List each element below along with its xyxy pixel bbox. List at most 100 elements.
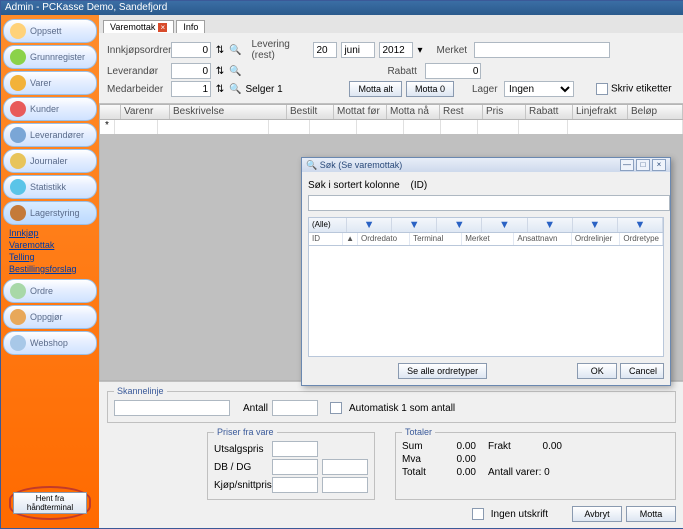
- merket-label: Merket: [436, 45, 470, 56]
- medarbeider-input[interactable]: [171, 81, 211, 97]
- minimize-icon[interactable]: —: [620, 159, 634, 171]
- sub-innkjop[interactable]: Innkjøp: [9, 227, 97, 239]
- search-hint: (ID): [411, 180, 428, 191]
- col-beskrivelse[interactable]: Beskrivelse: [170, 105, 287, 119]
- maximize-icon[interactable]: □: [636, 159, 650, 171]
- spinner-icon[interactable]: ⇅: [215, 66, 225, 77]
- sidebar-item-leverandorer[interactable]: Leverandører: [3, 123, 97, 147]
- spinner-icon[interactable]: ⇅: [215, 84, 225, 95]
- col-belop[interactable]: Beløp: [628, 105, 683, 119]
- mva-label: Mva: [402, 454, 432, 465]
- avbryt-button[interactable]: Avbryt: [572, 506, 622, 522]
- col-varenr[interactable]: Varenr: [121, 105, 170, 119]
- sub-varemottak[interactable]: Varemottak: [9, 239, 97, 251]
- mcol-terminal[interactable]: Terminal: [410, 233, 462, 245]
- grid-new-row[interactable]: *: [100, 120, 683, 134]
- filter-icon[interactable]: ▼: [618, 218, 663, 232]
- auto-checkbox[interactable]: [330, 402, 342, 414]
- leverandor-label: Leverandør: [107, 66, 167, 77]
- lev-day-input[interactable]: [313, 42, 337, 58]
- scan-input[interactable]: [114, 400, 230, 416]
- col-rabatt[interactable]: Rabatt: [526, 105, 573, 119]
- col-star[interactable]: [100, 105, 121, 119]
- col-pris[interactable]: Pris: [483, 105, 526, 119]
- se-alle-ordretyper-button[interactable]: Se alle ordretyper: [398, 363, 487, 379]
- mcol-merket[interactable]: Merket: [462, 233, 514, 245]
- db-input[interactable]: [272, 459, 318, 475]
- close-icon[interactable]: ×: [652, 159, 666, 171]
- motta-0-button[interactable]: Motta 0: [406, 81, 454, 97]
- mcol-ansatt[interactable]: Ansattnavn: [514, 233, 572, 245]
- merket-input[interactable]: [474, 42, 610, 58]
- sidebar-item-oppgjor[interactable]: Oppgjør: [3, 305, 97, 329]
- snitt-input[interactable]: [322, 477, 368, 493]
- mcol-ordretype[interactable]: Ordretype: [620, 233, 663, 245]
- window-titlebar: Admin - PCKasse Demo, Sandefjord: [1, 1, 683, 15]
- tab-info[interactable]: Info: [176, 20, 205, 33]
- chevron-down-icon[interactable]: ▾: [417, 45, 422, 56]
- ingen-utskrift-checkbox[interactable]: [472, 508, 484, 520]
- search-input[interactable]: [308, 195, 670, 211]
- filter-icon[interactable]: ▼: [392, 218, 437, 232]
- search-label: Søk i sortert kolonne: [308, 180, 400, 191]
- sidebar-item-lagerstyring[interactable]: Lagerstyring: [3, 201, 97, 225]
- sidebar-item-statistikk[interactable]: Statistikk: [3, 175, 97, 199]
- antall-input[interactable]: [272, 400, 318, 416]
- sidebar-label: Statistikk: [30, 182, 66, 192]
- lager-select[interactable]: Ingen: [504, 81, 574, 97]
- ok-button[interactable]: OK: [577, 363, 617, 379]
- col-linjefrakt[interactable]: Linjefrakt: [573, 105, 628, 119]
- lev-month-input[interactable]: [341, 42, 375, 58]
- dg-input[interactable]: [322, 459, 368, 475]
- skriv-etiketter-checkbox[interactable]: [596, 83, 608, 95]
- search-icon[interactable]: 🔍: [229, 66, 241, 77]
- filter-icon[interactable]: ▼: [528, 218, 573, 232]
- sub-telling[interactable]: Telling: [9, 251, 97, 263]
- motta-button[interactable]: Motta: [626, 506, 676, 522]
- innkjopsordrenr-input[interactable]: [171, 42, 211, 58]
- innkjopsordrenr-label: Innkjøpsordrenr: [107, 45, 167, 56]
- mcol-ordredato[interactable]: Ordredato: [358, 233, 410, 245]
- lev-year-input[interactable]: [379, 42, 413, 58]
- tab-varemottak[interactable]: Varemottak×: [103, 20, 174, 33]
- motta-alt-button[interactable]: Motta alt: [349, 81, 402, 97]
- sidebar-item-journaler[interactable]: Journaler: [3, 149, 97, 173]
- spinner-icon[interactable]: ⇅: [215, 45, 225, 56]
- col-mottana[interactable]: Motta nå: [387, 105, 440, 119]
- sidebar-item-ordre[interactable]: Ordre: [3, 279, 97, 303]
- col-rest[interactable]: Rest: [440, 105, 483, 119]
- cancel-button[interactable]: Cancel: [620, 363, 664, 379]
- search-icon[interactable]: 🔍: [229, 45, 241, 56]
- modal-list[interactable]: [308, 246, 664, 357]
- sidebar: Oppsett Grunnregister Varer Kunder Lever…: [1, 15, 99, 528]
- leverandor-input[interactable]: [171, 63, 211, 79]
- close-icon[interactable]: ×: [158, 23, 167, 32]
- grid-header: Varenr Beskrivelse Bestilt Mottat før Mo…: [99, 104, 683, 120]
- mva-value: 0.00: [436, 454, 476, 465]
- sidebar-label: Journaler: [30, 156, 68, 166]
- sub-bestillingsforslag[interactable]: Bestillingsforslag: [9, 263, 97, 275]
- skannelinje-legend: Skannelinje: [114, 386, 167, 396]
- col-bestilt[interactable]: Bestilt: [287, 105, 334, 119]
- filter-icon[interactable]: ▼: [482, 218, 527, 232]
- sidebar-item-kunder[interactable]: Kunder: [3, 97, 97, 121]
- filter-icon[interactable]: ▼: [573, 218, 618, 232]
- filter-alle[interactable]: (Alle): [309, 218, 347, 232]
- sidebar-label: Ordre: [30, 286, 53, 296]
- utsalg-input[interactable]: [272, 441, 318, 457]
- rabatt-input[interactable]: [425, 63, 481, 79]
- kjop-input[interactable]: [272, 477, 318, 493]
- sidebar-item-varer[interactable]: Varer: [3, 71, 97, 95]
- ingen-utskrift-label: Ingen utskrift: [491, 509, 548, 520]
- hent-fra-handterminal-button[interactable]: Hent fra håndterminal: [13, 492, 87, 514]
- sidebar-item-oppsett[interactable]: Oppsett: [3, 19, 97, 43]
- mcol-id[interactable]: ID: [309, 233, 343, 245]
- col-mottatfor[interactable]: Mottat før: [334, 105, 387, 119]
- search-icon[interactable]: 🔍: [229, 84, 241, 95]
- filter-icon[interactable]: ▼: [347, 218, 392, 232]
- mcol-ordrelinjer[interactable]: Ordrelinjer: [572, 233, 621, 245]
- filter-icon[interactable]: ▼: [437, 218, 482, 232]
- sidebar-label: Webshop: [30, 338, 68, 348]
- sidebar-item-webshop[interactable]: Webshop: [3, 331, 97, 355]
- sidebar-item-grunnregister[interactable]: Grunnregister: [3, 45, 97, 69]
